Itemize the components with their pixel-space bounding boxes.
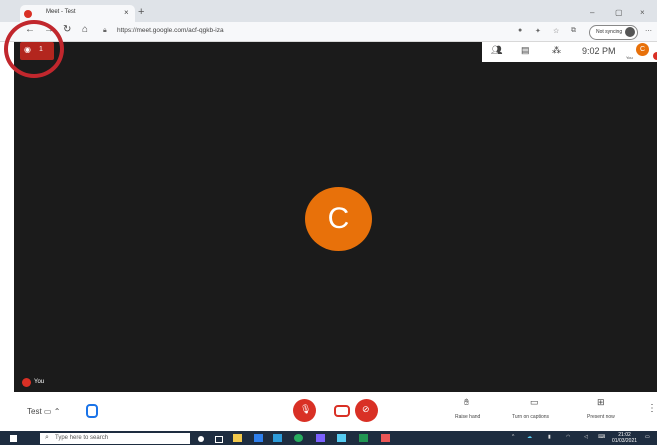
taskbar-search[interactable]: Type here to search <box>40 433 190 444</box>
meeting-details-button[interactable]: Test ▭ ⌃ <box>27 407 60 416</box>
raise-hand-icon[interactable]: ✋︎ <box>464 397 469 408</box>
notifications-icon[interactable]: ▭ <box>645 434 650 440</box>
keyboard-icon[interactable]: ⌨ <box>598 434 605 440</box>
captions-label[interactable]: Turn on captions <box>512 414 549 420</box>
microphone-permission-icon[interactable]: ● <box>518 27 522 34</box>
muted-mic-icon <box>22 378 31 387</box>
favorites-icon[interactable]: ☆ <box>553 27 559 35</box>
chrome-icon[interactable] <box>294 434 303 442</box>
excel-icon[interactable] <box>359 434 368 442</box>
onedrive-icon[interactable]: ☁ <box>527 434 532 440</box>
mic-off-icon: 🎙︎ <box>300 404 312 414</box>
microphone-toggle-button[interactable]: 🎙︎ <box>293 399 316 422</box>
clock-date: 01/03/2021 <box>612 438 638 444</box>
lock-icon[interactable]: 🔒︎ <box>103 27 107 35</box>
present-icon[interactable]: ⊞ <box>597 397 605 408</box>
chevron-up-icon: ▭ ⌃ <box>43 407 61 416</box>
search-placeholder: Type here to search <box>55 435 109 441</box>
search-icon: ⌕ <box>45 434 49 441</box>
shield-icon[interactable] <box>86 404 98 418</box>
people-icon[interactable]: 👥︎ <box>491 45 502 56</box>
taskbar-clock[interactable]: 21:02 01/03/2021 <box>612 432 637 444</box>
tray-arrow-icon[interactable]: ^ <box>512 434 514 440</box>
minimize-icon[interactable]: – <box>590 8 594 17</box>
profile-sync-button[interactable]: Not syncing <box>589 25 638 40</box>
file-explorer-icon[interactable] <box>233 434 242 442</box>
new-tab-button[interactable]: + <box>138 6 144 18</box>
more-options-icon[interactable]: ⋯ <box>645 27 652 35</box>
task-view-icon[interactable] <box>215 436 223 443</box>
chat-icon[interactable]: ▤ <box>521 45 530 56</box>
sync-label: Not syncing <box>596 29 623 35</box>
store-icon[interactable] <box>337 434 346 442</box>
teams-icon[interactable] <box>316 434 325 442</box>
close-window-icon[interactable]: × <box>640 8 645 17</box>
meet-favicon-icon <box>24 10 32 18</box>
participant-name: You <box>34 379 45 385</box>
present-label[interactable]: Present now <box>587 414 615 420</box>
highlight-circle <box>4 20 64 78</box>
windows-start-icon[interactable] <box>10 435 17 442</box>
volume-icon[interactable]: ◁ <box>584 434 588 440</box>
notification-dot <box>653 52 657 60</box>
left-margin <box>0 42 14 392</box>
profile-avatar-icon <box>625 27 635 37</box>
outlook-icon[interactable] <box>254 434 263 442</box>
maximize-icon[interactable]: ▢ <box>615 8 623 17</box>
network-icon[interactable]: ◠ <box>566 434 570 440</box>
refresh-icon[interactable]: ↻ <box>63 24 71 35</box>
self-avatar[interactable]: C <box>636 43 649 56</box>
home-icon[interactable]: ⌂ <box>82 24 88 35</box>
more-options-vertical-icon[interactable]: ⋮ <box>647 403 657 414</box>
meeting-name: Test <box>27 407 42 416</box>
address-bar[interactable]: https://meet.google.com/acf-qgkb-iza <box>117 27 224 34</box>
captions-icon[interactable]: ▭ <box>530 397 539 408</box>
camera-toggle-button[interactable]: ⊘ <box>355 399 378 422</box>
edge-icon[interactable] <box>273 434 282 442</box>
tab-title: Meet - Test <box>46 9 76 15</box>
activities-icon[interactable]: ⁂ <box>552 45 561 56</box>
leave-call-button[interactable] <box>334 405 350 417</box>
powerpoint-icon[interactable] <box>381 434 390 442</box>
extension-icon[interactable]: ✦ <box>535 27 541 35</box>
cortana-icon[interactable] <box>198 436 204 442</box>
participant-avatar: C <box>305 187 372 251</box>
collections-icon[interactable]: ⧉ <box>571 27 576 35</box>
camera-off-icon: ⊘ <box>362 404 370 414</box>
battery-icon[interactable]: ▮ <box>548 434 551 440</box>
meeting-time: 9:02 PM <box>582 46 616 56</box>
self-you-label: You <box>626 55 633 60</box>
raise-hand-label[interactable]: Raise hand <box>455 414 480 420</box>
tab-close-icon[interactable]: × <box>124 8 129 17</box>
